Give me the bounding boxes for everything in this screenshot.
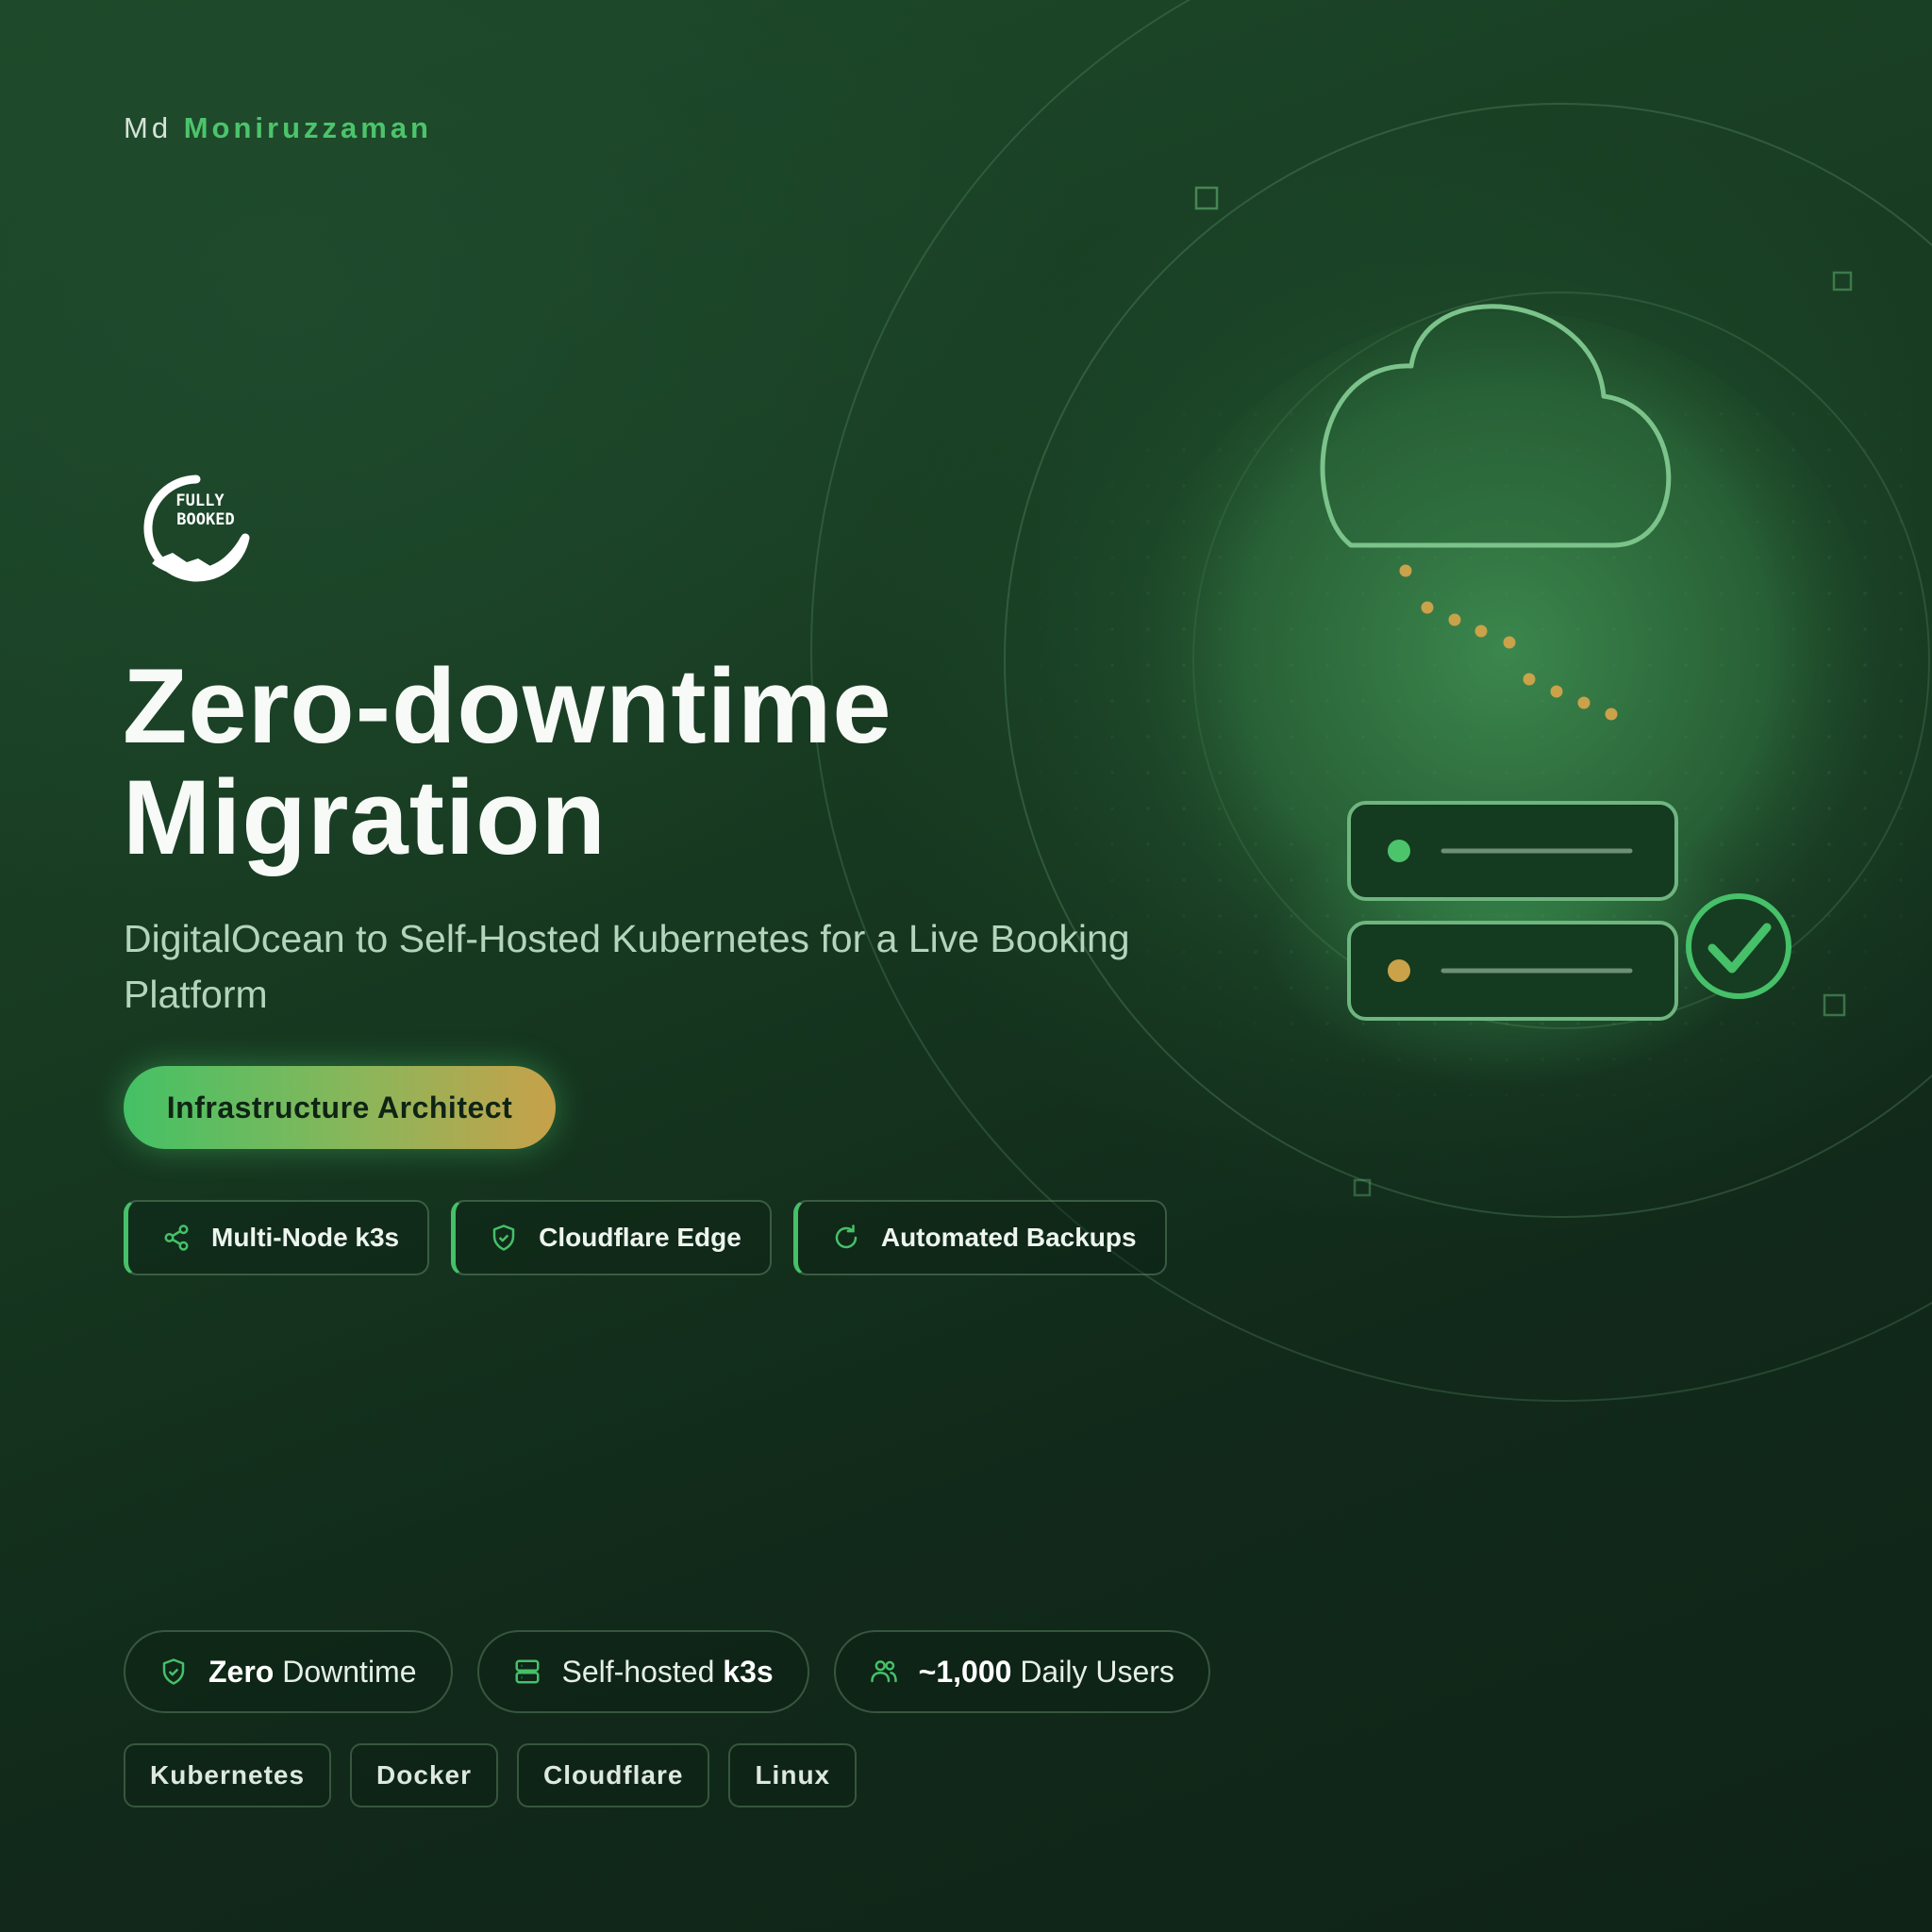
tag-linux: Linux <box>728 1743 858 1807</box>
check-circle-icon <box>1686 893 1791 999</box>
square-decoration <box>1832 271 1853 291</box>
refresh-icon <box>835 1224 858 1249</box>
author-first-name: Md <box>124 111 173 144</box>
square-decoration <box>1194 186 1219 210</box>
tag-cloudflare: Cloudflare <box>516 1743 710 1807</box>
role-badge: Infrastructure Architect <box>124 1066 556 1149</box>
feature-automated-backups: Automated Backups <box>792 1200 1167 1275</box>
share-nodes-icon <box>164 1224 189 1251</box>
square-decoration <box>1823 993 1846 1017</box>
server-icon <box>515 1659 539 1684</box>
feature-list: Multi-Node k3s Cloudflare Edge Automated… <box>124 1200 1167 1275</box>
fully-booked-logo: FULLY BOOKED <box>143 475 250 582</box>
subtitle: DigitalOcean to Self-Hosted Kubernetes f… <box>124 917 1130 1016</box>
stat-daily-users: ~1,000 Daily Users <box>833 1630 1210 1713</box>
tag-docker: Docker <box>350 1743 498 1807</box>
shield-check-icon <box>492 1224 515 1251</box>
logo-text-line2: BOOKED <box>176 510 234 529</box>
stat-self-hosted: Self-hosted k3s <box>476 1630 809 1713</box>
feature-label: Cloudflare Edge <box>539 1223 741 1252</box>
stat-text: ~1,000 Daily Users <box>918 1654 1174 1689</box>
shield-check-icon <box>162 1658 185 1685</box>
role-label: Infrastructure Architect <box>166 1090 513 1124</box>
title-line2: Migration <box>123 758 607 876</box>
stat-text: Zero Downtime <box>208 1654 417 1689</box>
page-title: Zero-downtime Migration <box>123 651 892 874</box>
author-name: Md Moniruzzaman <box>124 111 432 145</box>
stat-zero-downtime: Zero Downtime <box>124 1630 453 1713</box>
title-line1: Zero-downtime <box>123 647 892 765</box>
feature-label: Multi-Node k3s <box>211 1223 400 1252</box>
feature-cloudflare-edge: Cloudflare Edge <box>451 1200 772 1275</box>
stat-text: Self-hosted k3s <box>561 1654 774 1689</box>
feature-multi-node: Multi-Node k3s <box>124 1200 430 1275</box>
author-last-name: Moniruzzaman <box>183 111 432 144</box>
stats-list: Zero Downtime Self-hosted k3s ~1,000 Dai… <box>124 1630 1210 1713</box>
feature-label: Automated Backups <box>880 1223 1137 1252</box>
logo-text-line1: FULLY <box>175 491 225 510</box>
tech-tags: Kubernetes Docker Cloudflare Linux <box>124 1743 858 1807</box>
users-icon <box>870 1660 897 1683</box>
tag-kubernetes: Kubernetes <box>124 1743 332 1807</box>
